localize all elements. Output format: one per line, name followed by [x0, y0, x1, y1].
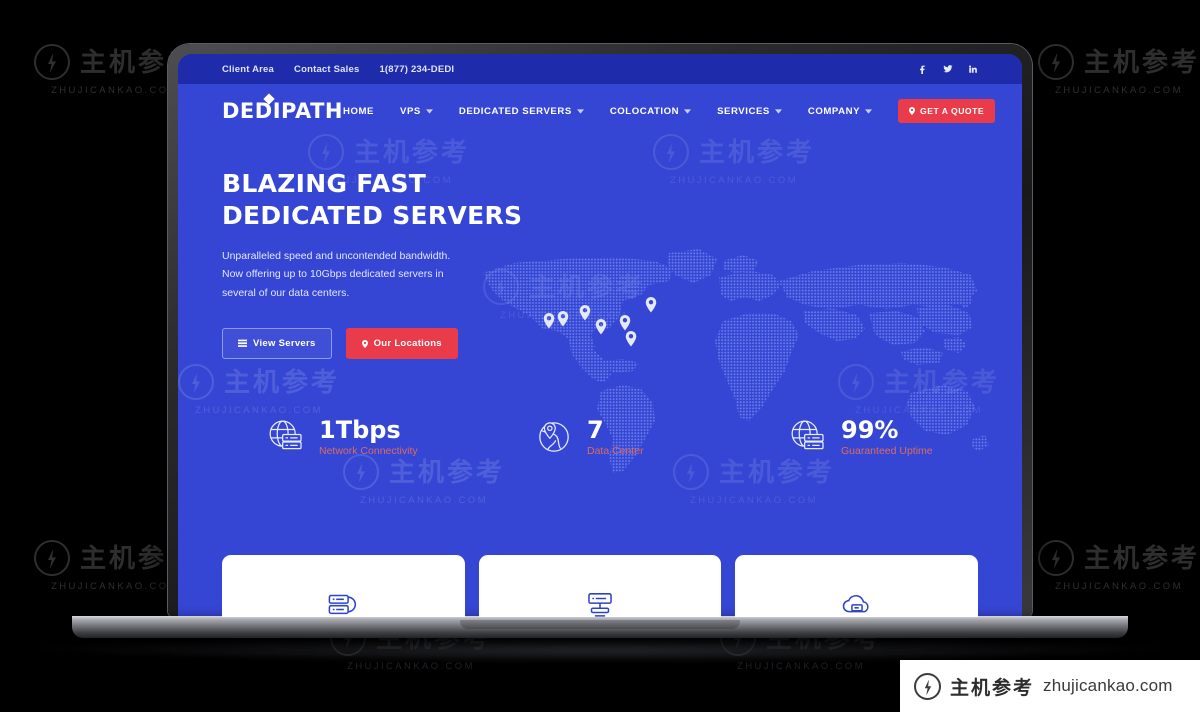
stat-label: Network Connectivity	[319, 444, 418, 457]
stat-data-center: 7 Data Center	[534, 417, 788, 457]
stat-text: 1Tbps Network Connectivity	[319, 415, 418, 457]
topbar-link-phone[interactable]: 1(877) 234-DEDI	[379, 64, 454, 75]
nav-menu: HOME VPS DEDICATED SERVERS COLOCATION SE…	[343, 99, 996, 123]
badge-domain-text: zhujicankao.com	[1043, 676, 1173, 695]
nav-item-label: SERVICES	[717, 105, 770, 117]
chevron-down-icon	[684, 108, 692, 114]
stat-label: Data Center	[587, 444, 644, 457]
stat-text: 7 Data Center	[587, 415, 644, 457]
nav-item-dedicated-servers[interactable]: DEDICATED SERVERS	[459, 106, 584, 117]
feature-card-dedicated-servers[interactable]	[222, 555, 465, 617]
laptop-lid: 主机参考 ZHUJICANKAO.COM 主机参考 ZHUJICANKAO.CO…	[168, 44, 1032, 617]
grid-icon	[238, 339, 247, 347]
hero-title-line2: DEDICATED SERVERS	[222, 200, 523, 230]
nav-item-label: VPS	[400, 105, 421, 117]
page-title: BLAZING FAST DEDICATED SERVERS	[222, 168, 978, 231]
feature-card-vps[interactable]	[478, 555, 722, 617]
view-servers-label: View Servers	[253, 338, 316, 350]
hero-subtitle: Unparalleled speed and uncontended bandw…	[222, 250, 451, 299]
website-viewport: 主机参考 ZHUJICANKAO.COM 主机参考 ZHUJICANKAO.CO…	[178, 54, 1022, 617]
topbar-links: Client Area Contact Sales 1(877) 234-DED…	[222, 64, 454, 75]
nav-item-label: COLOCATION	[609, 105, 680, 117]
stat-value: 99%	[841, 415, 899, 444]
our-locations-label: Our Locations	[373, 338, 442, 350]
view-servers-button[interactable]: View Servers	[222, 328, 332, 360]
server-stack-icon	[326, 587, 360, 617]
hero-buttons: View Servers Our Locations	[222, 328, 978, 360]
chevron-down-icon	[865, 108, 873, 114]
server-tower-icon	[583, 587, 617, 617]
laptop-mockup: 主机参考 ZHUJICANKAO.COM 主机参考 ZHUJICANKAO.CO…	[0, 0, 1200, 712]
globe-pin-icon	[534, 417, 574, 457]
topbar-social-links	[918, 64, 978, 74]
nav-item-label: DEDICATED SERVERS	[458, 105, 572, 117]
feature-cards-row	[178, 555, 1022, 617]
top-utility-bar: Client Area Contact Sales 1(877) 234-DED…	[178, 54, 1022, 84]
stat-value: 7	[587, 415, 604, 444]
linkedin-icon[interactable]	[968, 64, 978, 74]
topbar-link-contact-sales[interactable]: Contact Sales	[294, 64, 359, 75]
feature-card-cloud[interactable]	[735, 555, 979, 617]
nav-item-label: HOME	[343, 105, 374, 117]
chevron-down-icon	[576, 108, 584, 114]
stat-value: 1Tbps	[319, 415, 401, 444]
hero-section: BLAZING FAST DEDICATED SERVERS Unparalle…	[178, 138, 1022, 568]
globe-server-icon	[788, 417, 828, 457]
globe-server-icon	[266, 417, 306, 457]
nav-item-home[interactable]: HOME	[343, 106, 374, 117]
get-a-quote-button[interactable]: GET A QUOTE	[898, 99, 996, 123]
get-a-quote-label: GET A QUOTE	[920, 106, 985, 116]
stats-row: 1Tbps Network Connectivity 7 Data Center…	[222, 417, 978, 457]
nav-item-services[interactable]: SERVICES	[717, 106, 782, 117]
pin-icon	[909, 107, 916, 115]
chevron-down-icon	[425, 108, 433, 114]
laptop-shadow	[36, 636, 1164, 662]
nav-item-company[interactable]: COMPANY	[807, 105, 873, 117]
cloud-server-icon	[840, 587, 874, 617]
laptop-base	[72, 616, 1128, 638]
badge-cn-text: 主机参考	[950, 677, 1035, 699]
topbar-link-client-area[interactable]: Client Area	[222, 64, 274, 75]
nav-item-vps[interactable]: VPS	[400, 106, 433, 117]
site-logo[interactable]: DEDIPATH	[222, 92, 344, 123]
nav-item-colocation[interactable]: COLOCATION	[609, 105, 692, 117]
logo-text: DEDIPATH	[222, 98, 344, 123]
hero-title-line1: BLAZING FAST	[222, 169, 427, 198]
nav-item-label: COMPANY	[807, 105, 861, 117]
badge-logo-icon	[914, 672, 941, 700]
facebook-icon[interactable]	[918, 64, 928, 74]
chevron-down-icon	[774, 108, 782, 114]
our-locations-button[interactable]: Our Locations	[345, 328, 458, 360]
pin-icon	[361, 339, 368, 348]
stat-text: 99% Guaranteed Uptime	[841, 415, 933, 457]
main-navigation: DEDIPATH HOME VPS DEDICATED SERVERS COLO…	[178, 84, 1022, 138]
laptop-screen: 主机参考 ZHUJICANKAO.COM 主机参考 ZHUJICANKAO.CO…	[178, 54, 1022, 617]
twitter-icon[interactable]	[943, 64, 953, 74]
hero-content: BLAZING FAST DEDICATED SERVERS Unparalle…	[222, 168, 978, 360]
stat-label: Guaranteed Uptime	[841, 444, 933, 457]
site-watermark-badge: 主机参考 zhujicankao.com	[900, 660, 1200, 712]
stat-network-connectivity: 1Tbps Network Connectivity	[266, 417, 534, 457]
stat-guaranteed-uptime: 99% Guaranteed Uptime	[788, 417, 933, 457]
